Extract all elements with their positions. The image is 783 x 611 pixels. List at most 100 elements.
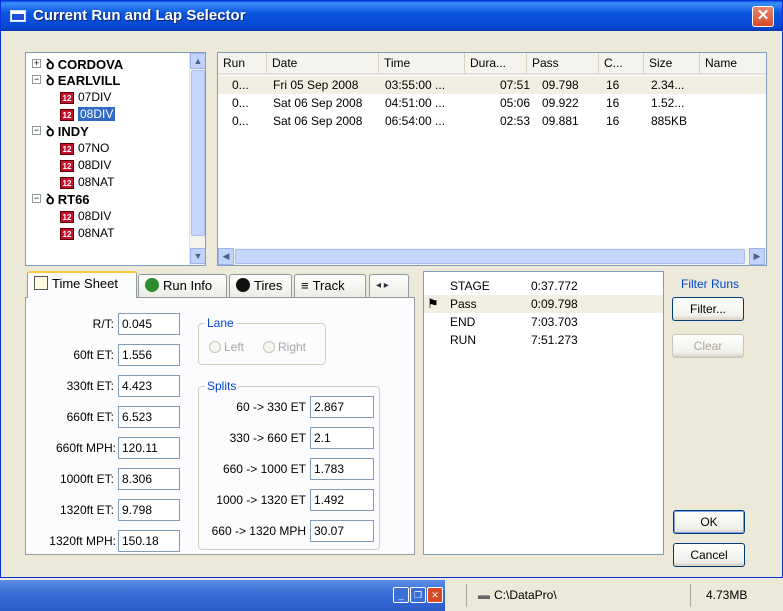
- tree-item-label: 07DIV: [78, 90, 112, 104]
- collapse-icon[interactable]: −: [32, 194, 41, 203]
- table-row[interactable]: 0... Fri 05 Sep 2008 03:55:00 ... 07:51 …: [218, 76, 766, 94]
- restore-icon[interactable]: ❐: [410, 587, 426, 603]
- tree-item-indy-08div[interactable]: 12 08DIV: [60, 157, 111, 173]
- split-field[interactable]: 1.492: [310, 489, 374, 511]
- cell-time: 06:54:00 ...: [385, 114, 446, 128]
- split-field[interactable]: 1.783: [310, 458, 374, 480]
- tree-group-cordova[interactable]: + ꝺ CORDOVA: [32, 56, 123, 72]
- 660ft-mph-field[interactable]: 120.11: [118, 437, 180, 459]
- scroll-up-icon[interactable]: ▲: [190, 53, 205, 69]
- column-header-size[interactable]: Size: [644, 53, 700, 73]
- track-lanes-icon: ≡: [301, 278, 309, 293]
- column-header-duration[interactable]: Dura...: [465, 53, 527, 73]
- title-bar[interactable]: Current Run and Lap Selector ✕: [1, 1, 782, 31]
- column-header-date[interactable]: Date: [267, 53, 379, 73]
- close-icon[interactable]: ✕: [427, 587, 443, 603]
- lane-group: Lane Left Right: [198, 316, 326, 365]
- column-header-pass[interactable]: Pass: [527, 53, 599, 73]
- track-icon: ꝺ: [46, 72, 55, 88]
- tree-item-earlvill-07div[interactable]: 12 07DIV: [60, 89, 111, 105]
- tree-group-indy[interactable]: − ꝺ INDY: [32, 123, 89, 139]
- column-header-time[interactable]: Time: [379, 53, 465, 73]
- left-lane-radio[interactable]: Left: [209, 340, 244, 354]
- tab-label: Run Info: [163, 278, 213, 293]
- cell-time: 04:51:00 ...: [385, 96, 446, 110]
- stage-name: END: [450, 315, 476, 329]
- cell-duration: 02:53: [500, 114, 531, 128]
- cancel-button[interactable]: Cancel: [673, 543, 745, 567]
- stage-name: STAGE: [450, 279, 490, 293]
- close-button[interactable]: ✕: [752, 6, 774, 27]
- tree-group-rt66[interactable]: − ꝺ RT66: [32, 191, 90, 207]
- stage-time: 0:37.772: [531, 279, 578, 293]
- path-text: C:\DataPro\: [494, 588, 557, 602]
- scroll-left-icon[interactable]: ◀: [218, 248, 234, 265]
- track-icon: ꝺ: [46, 191, 55, 207]
- tree-vertical-scrollbar[interactable]: ▲ ▼: [189, 53, 205, 265]
- stage-name: Pass: [450, 297, 477, 311]
- 660ft-et-field[interactable]: 6.523: [118, 406, 180, 428]
- table-row[interactable]: 0... Sat 06 Sep 2008 06:54:00 ... 02:53 …: [218, 112, 766, 130]
- collapse-icon[interactable]: −: [32, 75, 41, 84]
- collapse-icon[interactable]: −: [32, 126, 41, 135]
- taskbar-strip: _ ❐ ✕: [0, 580, 445, 611]
- minimize-icon[interactable]: _: [393, 587, 409, 603]
- cell-run: 0...: [232, 114, 249, 128]
- scroll-thumb[interactable]: [191, 70, 205, 236]
- tab-time-sheet[interactable]: Time Sheet: [27, 271, 137, 298]
- tab-tires[interactable]: Tires: [229, 274, 292, 297]
- scroll-thumb[interactable]: [235, 249, 745, 264]
- runs-horizontal-scrollbar[interactable]: ◀ ▶: [218, 248, 766, 265]
- ok-button[interactable]: OK: [673, 510, 745, 534]
- scroll-right-icon[interactable]: ▶: [749, 248, 765, 265]
- list-item[interactable]: RUN 7:51.273: [424, 331, 663, 349]
- split-field[interactable]: 30.07: [310, 520, 374, 542]
- radio-icon: [263, 341, 275, 353]
- selector-window: Current Run and Lap Selector ✕ + ꝺ CORDO…: [0, 0, 783, 578]
- filter-button[interactable]: Filter...: [672, 297, 744, 321]
- tree-item-label: 08DIV: [78, 209, 112, 223]
- tree-item-indy-08nat[interactable]: 12 08NAT: [60, 174, 114, 190]
- cell-size: 1.52...: [651, 96, 685, 110]
- right-lane-radio[interactable]: Right: [263, 340, 306, 354]
- column-header-name[interactable]: Name: [700, 53, 766, 73]
- splits-group: Splits 60 -> 330 ET 2.867 330 -> 660 ET …: [198, 379, 380, 550]
- list-item[interactable]: END 7:03.703: [424, 313, 663, 331]
- runs-list: Run Date Time Dura... Pass C... Size Nam…: [217, 52, 767, 266]
- window-icon: [10, 10, 26, 22]
- drive-icon: ▬: [478, 588, 490, 602]
- 1320ft-mph-field[interactable]: 150.18: [118, 530, 180, 552]
- status-bar: _ ❐ ✕ ▬ C:\DataPro\ 4.73MB: [0, 580, 783, 611]
- tree-item-rt66-08nat[interactable]: 12 08NAT: [60, 225, 114, 241]
- cell-date: Sat 06 Sep 2008: [273, 114, 363, 128]
- column-header-run[interactable]: Run: [218, 53, 267, 73]
- list-item[interactable]: ⚑ Pass 0:09.798: [424, 295, 663, 313]
- table-row[interactable]: 0... Sat 06 Sep 2008 04:51:00 ... 05:06 …: [218, 94, 766, 112]
- time-sheet-panel: R/T: 0.045 60ft ET: 1.556 330ft ET: 4.42…: [25, 297, 415, 555]
- split-field[interactable]: 2.1: [310, 427, 374, 449]
- rt-field[interactable]: 0.045: [118, 313, 180, 335]
- tree-item-rt66-08div[interactable]: 12 08DIV: [60, 208, 111, 224]
- cell-c: 16: [606, 78, 620, 92]
- split-field[interactable]: 2.867: [310, 396, 374, 418]
- column-header-c[interactable]: C...: [599, 53, 644, 73]
- tab-scroll-arrows[interactable]: ◂ ▸: [369, 274, 409, 297]
- tree-item-earlvill-08div[interactable]: 12 08DIV: [60, 106, 116, 122]
- scroll-down-icon[interactable]: ▼: [190, 248, 205, 264]
- 60ft-et-field[interactable]: 1.556: [118, 344, 180, 366]
- tree-group-earlvill[interactable]: − ꝺ EARLVILL: [32, 72, 120, 88]
- tab-run-info[interactable]: Run Info: [138, 274, 227, 297]
- 330ft-et-field[interactable]: 4.423: [118, 375, 180, 397]
- tree-item-indy-07no[interactable]: 12 07NO: [60, 140, 109, 156]
- clear-button[interactable]: Clear: [672, 334, 744, 358]
- list-item[interactable]: STAGE 0:37.772: [424, 277, 663, 295]
- 1000ft-et-label: 1000ft ET:: [59, 472, 114, 486]
- tab-track[interactable]: ≡ Track: [294, 274, 366, 297]
- run-file-icon: 12: [60, 108, 74, 121]
- expand-icon[interactable]: +: [32, 59, 41, 68]
- cell-size: 885KB: [651, 114, 688, 128]
- 1320ft-et-field[interactable]: 9.798: [118, 499, 180, 521]
- run-file-icon: 12: [60, 210, 74, 223]
- 1000ft-et-field[interactable]: 8.306: [118, 468, 180, 490]
- stage-list: STAGE 0:37.772 ⚑ Pass 0:09.798 END 7:03.…: [423, 271, 664, 555]
